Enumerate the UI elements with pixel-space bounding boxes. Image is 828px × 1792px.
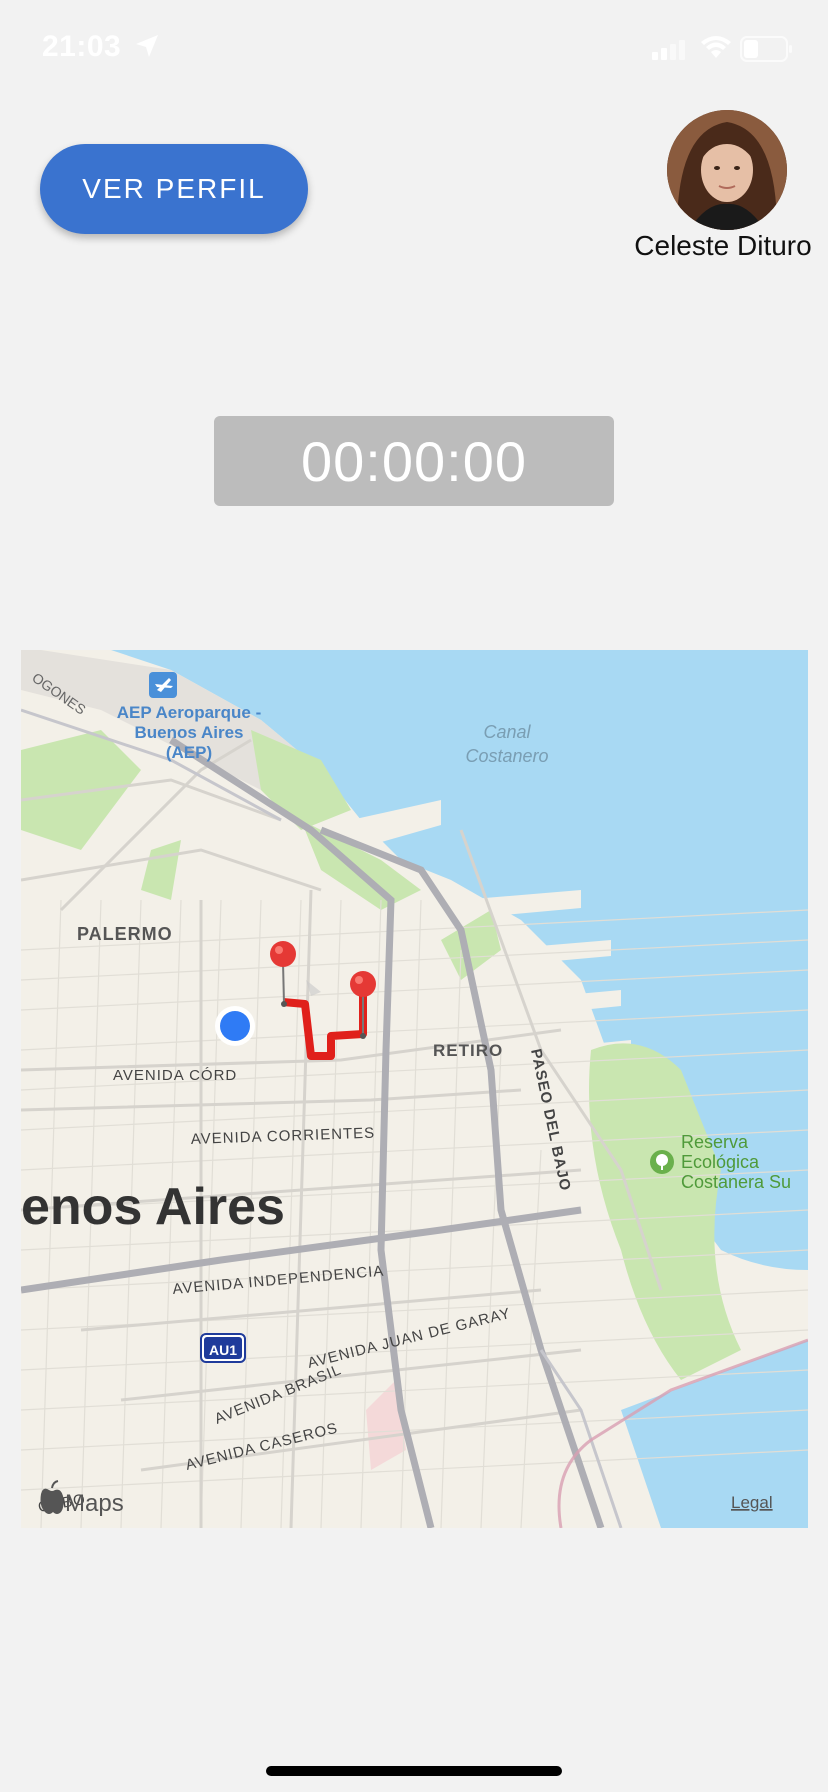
timer-display: 00:00:00 (214, 416, 614, 506)
label-canal-line1: Canal (483, 722, 531, 742)
location-arrow-icon (136, 35, 158, 57)
label-canal-line2: Costanero (465, 746, 548, 766)
map-view[interactable]: OGONES AEP Aeroparque - Buenos Aires (AE… (21, 650, 808, 1528)
label-palermo: PALERMO (77, 924, 173, 944)
airport-icon (149, 672, 177, 698)
label-city: enos Aires (21, 1178, 285, 1236)
label-cordoba: AVENIDA CÓRD (113, 1067, 237, 1084)
battery-icon (740, 36, 792, 62)
status-bar: 21:03 (0, 0, 828, 100)
ver-perfil-button[interactable]: VER PERFIL (40, 144, 308, 234)
cellular-signal-icon (652, 40, 685, 60)
wifi-icon (701, 36, 731, 58)
label-airport-line1: AEP Aeroparque - (117, 703, 262, 722)
label-reserva-line2: Ecológica (681, 1152, 760, 1172)
label-airport-line2: Buenos Aires (135, 723, 244, 742)
user-name: Celeste Dituro (634, 230, 812, 261)
avatar-portrait (667, 110, 787, 230)
legal-link[interactable]: Legal (731, 1493, 773, 1512)
avatar[interactable] (667, 110, 787, 230)
label-retiro: RETIRO (433, 1041, 503, 1060)
map-canvas[interactable]: OGONES AEP Aeroparque - Buenos Aires (AE… (21, 650, 808, 1528)
label-airport-line3: (AEP) (166, 743, 212, 762)
label-au1: AU1 (209, 1342, 237, 1358)
status-time: 21:03 (42, 30, 122, 63)
current-location-dot (215, 1006, 255, 1046)
tree-icon (650, 1150, 674, 1174)
home-indicator[interactable] (266, 1766, 562, 1776)
label-reserva-line1: Reserva (681, 1132, 749, 1152)
maps-logo-text: Maps (65, 1490, 124, 1517)
label-reserva-line3: Costanera Su (681, 1172, 791, 1192)
